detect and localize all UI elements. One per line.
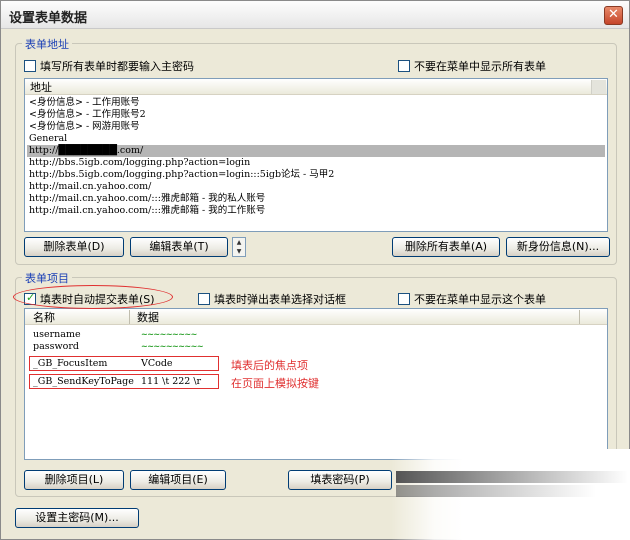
items-list-header: 名称 数据 <box>25 309 607 325</box>
list-item[interactable]: http://mail.cn.yahoo.com/:::雅虎邮箱 - 我的工作账… <box>29 205 265 217</box>
list-item[interactable]: http://bbs.5igb.com/logging.php?action=l… <box>29 157 250 169</box>
delete-all-forms-button[interactable]: 删除所有表单(A) <box>392 237 500 257</box>
hide-all-menu-label: 不要在菜单中显示所有表单 <box>414 60 546 73</box>
close-button[interactable]: ✕ <box>604 6 623 25</box>
item-value-redacted: ~~~~~~~~~~ <box>141 342 204 351</box>
arrow-up-icon[interactable]: ▲ <box>233 238 245 247</box>
data-column-header[interactable]: 数据 <box>137 309 159 325</box>
require-password-checkbox[interactable]: 填写所有表单时都要输入主密码 <box>24 58 194 74</box>
column-divider[interactable] <box>129 310 130 324</box>
item-name: password <box>33 341 79 352</box>
edit-item-button[interactable]: 编辑项目(E) <box>130 470 226 490</box>
list-item[interactable]: http://bbs.5igb.com/logging.php?action=l… <box>29 169 334 181</box>
table-row[interactable]: username ~~~~~~~~~ <box>29 329 329 341</box>
arrow-down-icon[interactable]: ▼ <box>233 247 245 256</box>
form-address-list[interactable]: 地址 <身份信息> - 工作用账号 <身份信息> - 工作用账号2 <身份信息>… <box>24 78 608 232</box>
form-address-group: 表单地址 填写所有表单时都要输入主密码 不要在菜单中显示所有表单 地址 <身份信… <box>15 36 617 265</box>
focus-item-highlight <box>29 356 219 371</box>
edit-form-button[interactable]: 编辑表单(T) <box>130 237 228 257</box>
popup-dialog-label: 填表时弹出表单选择对话框 <box>214 293 346 306</box>
settings-dialog: 设置表单数据 ✕ 表单地址 填写所有表单时都要输入主密码 不要在菜单中显示所有表… <box>0 0 630 540</box>
hide-all-menu-checkbox[interactable]: 不要在菜单中显示所有表单 <box>398 58 546 74</box>
list-scroll-corner[interactable] <box>591 80 606 94</box>
cropped-button-remnant <box>396 471 628 483</box>
name-column-header[interactable]: 名称 <box>33 309 55 325</box>
delete-form-button[interactable]: 删除表单(D) <box>24 237 124 257</box>
new-identity-button[interactable]: 新身份信息(N)... <box>506 237 610 257</box>
sendkey-annotation: 在页面上模拟按键 <box>231 377 319 390</box>
list-item-selected[interactable]: http://████████.com/ <box>27 145 605 157</box>
delete-item-button[interactable]: 删除项目(L) <box>24 470 124 490</box>
cropped-button-remnant <box>396 485 596 497</box>
form-items-legend: 表单项目 <box>22 270 72 286</box>
list-item[interactable]: <身份信息> - 工作用账号2 <box>29 109 146 121</box>
dialog-title: 设置表单数据 <box>9 11 88 26</box>
form-address-legend: 表单地址 <box>22 36 72 52</box>
popup-dialog-box[interactable] <box>198 293 210 305</box>
move-spinner[interactable]: ▲ ▼ <box>232 237 246 257</box>
hide-item-menu-box[interactable] <box>398 293 410 305</box>
list-item[interactable]: <身份信息> - 工作用账号 <box>29 97 140 109</box>
hide-item-menu-checkbox[interactable]: 不要在菜单中显示这个表单 <box>398 291 546 307</box>
address-column-header[interactable]: 地址 <box>25 79 607 95</box>
hide-all-menu-box[interactable] <box>398 60 410 72</box>
address-header-label: 地址 <box>30 80 52 94</box>
set-master-password-button[interactable]: 设置主密码(M)... <box>15 508 139 528</box>
table-row[interactable]: password ~~~~~~~~~~ <box>29 341 329 353</box>
list-item[interactable]: http://mail.cn.yahoo.com/:::雅虎邮箱 - 我的私人账… <box>29 193 265 205</box>
require-password-box[interactable] <box>24 60 36 72</box>
column-divider[interactable] <box>579 310 580 324</box>
popup-dialog-checkbox[interactable]: 填表时弹出表单选择对话框 <box>198 291 346 307</box>
list-item[interactable]: General <box>29 133 67 145</box>
close-icon: ✕ <box>608 7 619 22</box>
require-password-label: 填写所有表单时都要输入主密码 <box>40 60 194 73</box>
form-items-list[interactable]: 名称 数据 username ~~~~~~~~~ password ~~~~~~… <box>24 308 608 460</box>
item-name: username <box>33 329 81 340</box>
list-item[interactable]: http://mail.cn.yahoo.com/ <box>29 181 151 193</box>
fill-password-button[interactable]: 填表密码(P) <box>288 470 392 490</box>
focus-item-annotation: 填表后的焦点项 <box>231 359 308 372</box>
title-bar: 设置表单数据 ✕ <box>1 1 629 29</box>
item-value-redacted: ~~~~~~~~~ <box>141 330 197 339</box>
sendkey-highlight <box>29 374 219 389</box>
hide-item-menu-label: 不要在菜单中显示这个表单 <box>414 293 546 306</box>
auto-submit-highlight-oval <box>13 285 173 309</box>
list-item[interactable]: <身份信息> - 网游用账号 <box>29 121 140 133</box>
